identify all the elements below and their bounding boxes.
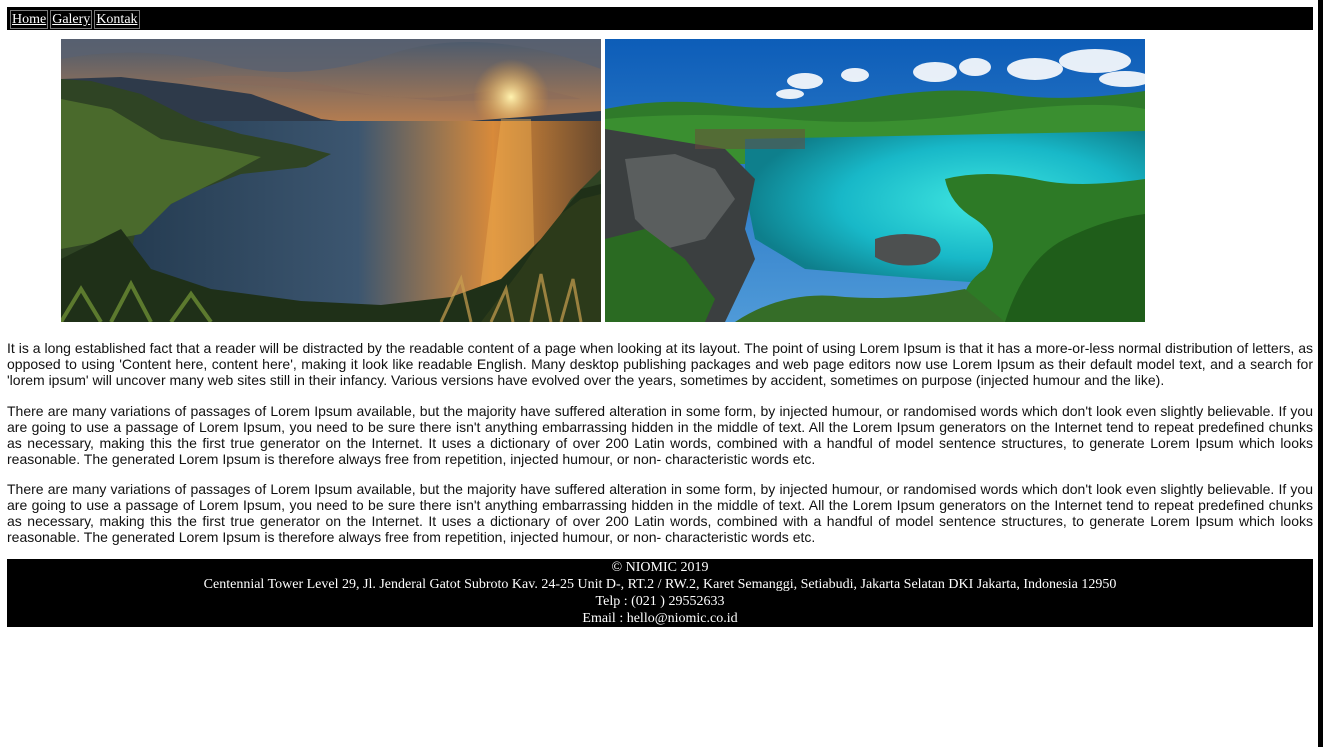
footer-copyright: © NIOMIC 2019 xyxy=(611,560,709,575)
content-paragraph: There are many variations of passages of… xyxy=(7,481,1313,545)
nav-bar: Home Galery Kontak xyxy=(7,7,1313,30)
footer-phone: Telp : (021 ) 29552633 xyxy=(595,594,725,609)
content-paragraph: There are many variations of passages of… xyxy=(7,403,1313,467)
window-edge xyxy=(1318,0,1323,747)
nav-link-galery[interactable]: Galery xyxy=(52,12,90,27)
footer: © NIOMIC 2019 Centennial Tower Level 29,… xyxy=(7,559,1313,627)
nav-cell-kontak: Kontak xyxy=(94,10,140,29)
turquoise-lagoon-image xyxy=(605,39,1145,322)
nav-table: Home Galery Kontak xyxy=(8,8,142,31)
footer-email: Email : hello@niomic.co.id xyxy=(582,611,738,626)
lake-sunset-image xyxy=(61,39,601,322)
nav-link-kontak[interactable]: Kontak xyxy=(96,12,137,27)
nav-link-home[interactable]: Home xyxy=(12,12,46,27)
nav-cell-home: Home xyxy=(10,10,49,29)
footer-address: Centennial Tower Level 29, Jl. Jenderal … xyxy=(203,577,1117,592)
nav-cell-galery: Galery xyxy=(50,10,93,29)
content-paragraph: It is a long established fact that a rea… xyxy=(7,340,1313,388)
